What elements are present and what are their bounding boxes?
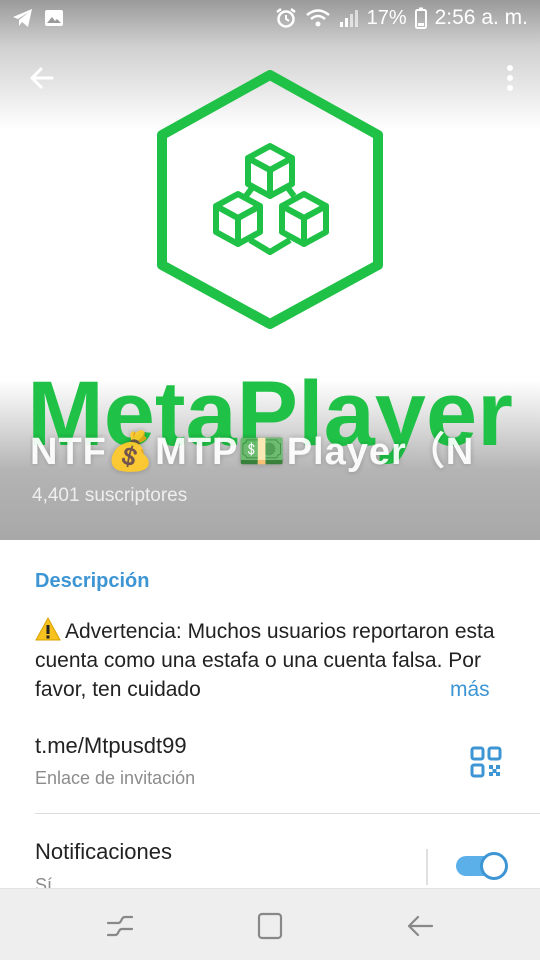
more-options-icon[interactable] xyxy=(498,58,522,98)
back-arrow-icon[interactable] xyxy=(22,58,62,98)
alarm-icon xyxy=(275,8,296,28)
channel-info-panel: Descripción Advertencia: Muchos usuarios… xyxy=(0,541,540,895)
home-icon[interactable] xyxy=(254,911,286,941)
toggle-knob xyxy=(480,852,508,880)
battery-percent: 17% xyxy=(366,6,407,29)
show-more-link[interactable]: más xyxy=(400,675,490,704)
channel-title: NTF💰MTP💵Player（N xyxy=(30,431,475,473)
battery-icon xyxy=(414,7,427,29)
invite-link[interactable]: t.me/Mtpusdt99 xyxy=(35,733,187,759)
section-divider xyxy=(35,813,540,814)
subscriber-count: 4,401 suscriptores xyxy=(32,485,188,506)
invite-link-row[interactable]: t.me/Mtpusdt99 Enlace de invitación xyxy=(0,721,540,813)
telegram-icon xyxy=(13,9,32,27)
channel-header: MetaPlayer 17% 2:56 a. m. NTF💰MTP💵Player… xyxy=(0,0,540,540)
image-icon xyxy=(45,10,63,26)
wifi-icon xyxy=(305,9,330,27)
status-bar: 17% 2:56 a. m. xyxy=(0,0,540,38)
hexagon-shape xyxy=(157,70,383,329)
toggle-separator xyxy=(426,849,428,885)
notifications-toggle[interactable] xyxy=(456,850,508,880)
back-nav-icon[interactable] xyxy=(404,911,436,941)
invite-link-label: Enlace de invitación xyxy=(35,768,196,788)
warning-icon xyxy=(35,617,61,641)
system-navigation-bar xyxy=(0,888,540,960)
qr-code-icon[interactable] xyxy=(470,746,502,778)
notifications-label[interactable]: Notificaciones xyxy=(35,839,172,865)
recent-apps-icon[interactable] xyxy=(104,911,136,941)
signal-icon xyxy=(339,10,358,27)
clock: 2:56 a. m. xyxy=(434,6,528,29)
description-heading: Descripción xyxy=(35,570,150,592)
cubes-icon xyxy=(213,143,329,255)
